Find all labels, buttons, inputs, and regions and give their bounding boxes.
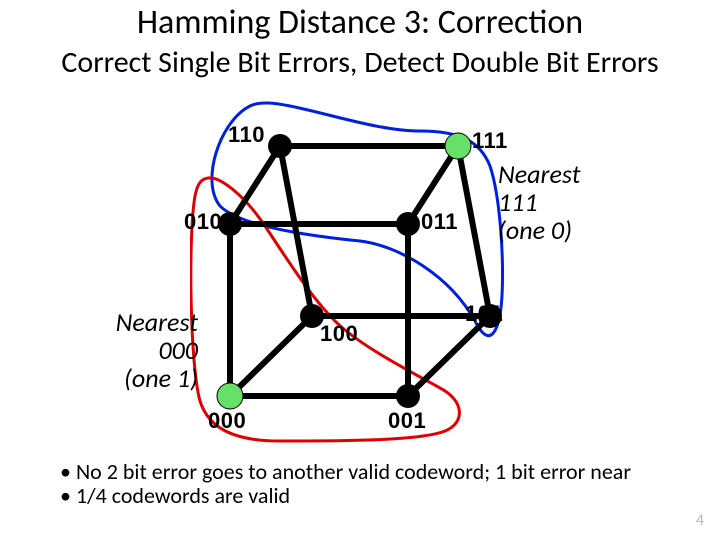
cube-svg bbox=[190, 96, 510, 446]
label-000: 000 bbox=[208, 408, 246, 434]
vertex-001 bbox=[396, 384, 420, 408]
annotation-line: 000 bbox=[88, 336, 198, 364]
cube-edges bbox=[230, 146, 490, 396]
annotation-line: (one 0) bbox=[498, 216, 580, 244]
bullet-list: • No 2 bit error goes to another valid c… bbox=[60, 460, 631, 508]
vertex-000 bbox=[217, 383, 243, 409]
annotation-nearest-000: Nearest 000 (one 1) bbox=[88, 308, 198, 392]
slide: Hamming Distance 3: Correction Correct S… bbox=[0, 0, 720, 540]
page-title: Hamming Distance 3: Correction bbox=[0, 2, 720, 43]
bullet-text: 1/4 codewords are valid bbox=[76, 482, 290, 509]
label-011: 011 bbox=[421, 209, 458, 235]
annotation-line: Nearest bbox=[498, 160, 580, 188]
label-100: 100 bbox=[320, 321, 358, 347]
bullet-item: • 1/4 codewords are valid bbox=[60, 484, 631, 508]
annotation-nearest-111: Nearest 111 (one 0) bbox=[498, 160, 580, 244]
bullet-item: • No 2 bit error goes to another valid c… bbox=[60, 460, 631, 484]
label-110: 110 bbox=[228, 122, 265, 148]
annotation-line: 111 bbox=[498, 188, 580, 216]
label-001: 001 bbox=[388, 408, 426, 434]
bullet-text: No 2 bit error goes to another valid cod… bbox=[76, 458, 631, 485]
annotation-line: (one 1) bbox=[88, 364, 198, 392]
hamming-cube-diagram: 110 111 010 011 100 101 000 001 bbox=[190, 96, 510, 446]
page-subtitle: Correct Single Bit Errors, Detect Double… bbox=[0, 44, 720, 81]
label-101: 101 bbox=[465, 301, 503, 327]
label-010: 010 bbox=[184, 209, 222, 235]
page-number: 4 bbox=[696, 511, 704, 530]
label-111: 111 bbox=[472, 128, 508, 154]
vertex-111 bbox=[445, 133, 471, 159]
vertex-110 bbox=[268, 134, 292, 158]
annotation-line: Nearest bbox=[88, 308, 198, 336]
vertex-011 bbox=[396, 212, 420, 236]
